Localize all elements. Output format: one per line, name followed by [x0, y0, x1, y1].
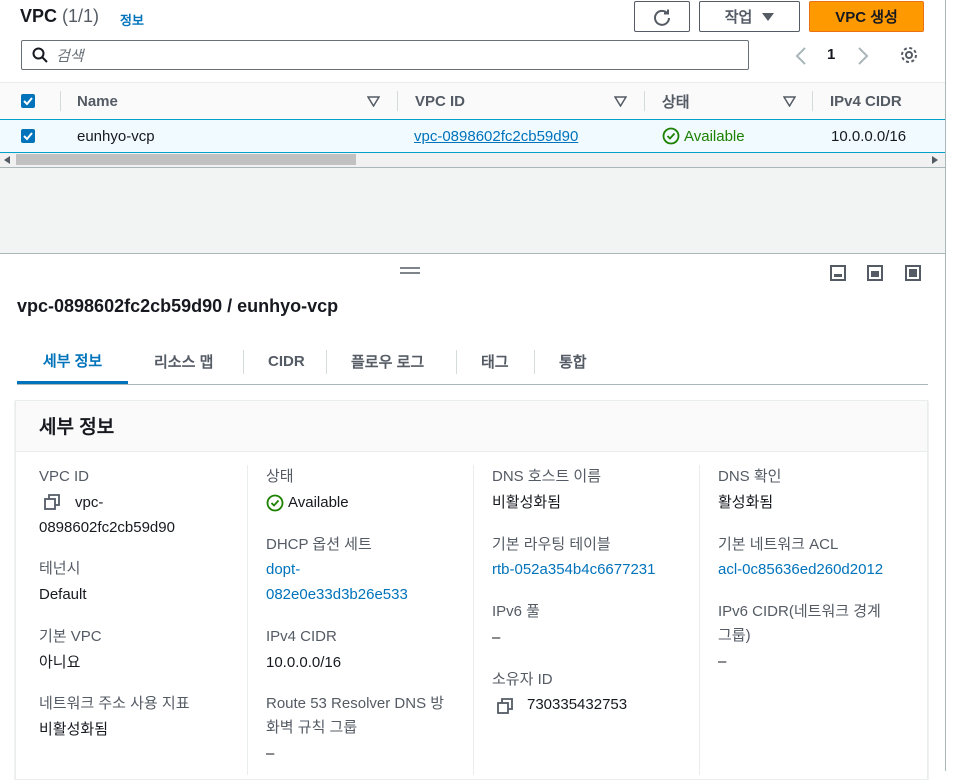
dhcp-options-label: DHCP 옵션 세트	[266, 536, 372, 553]
layout-bottom-icon[interactable]	[830, 265, 846, 281]
panel-title: 세부 정보	[39, 417, 115, 438]
search-icon	[32, 47, 48, 63]
dns-hostnames-value: 비활성화됨	[492, 494, 562, 511]
actions-button[interactable]: 작업	[699, 1, 800, 32]
dns-resolution-value: 활성화됨	[718, 494, 774, 511]
column-header-name[interactable]: Name	[77, 83, 118, 119]
page-border	[945, 0, 946, 771]
tab-resource-map[interactable]: 리소스 맵	[154, 340, 213, 382]
default-vpc-label: 기본 VPC	[39, 628, 102, 645]
main-network-acl-label: 기본 네트워크 ACL	[718, 536, 839, 553]
check-circle-icon	[266, 494, 284, 512]
sort-filter-icon[interactable]	[783, 96, 796, 107]
cell-name: eunhyo-vcp	[77, 127, 155, 145]
tab-bar: 세부 정보 리소스 맵 CIDR 플로우 로그 태그 통합	[17, 340, 928, 385]
detail-title: vpc-0898602fc2cb59d90 / eunhyo-vcp	[17, 296, 339, 316]
caret-down-icon	[762, 12, 775, 21]
item-count: (1/1)	[62, 6, 100, 26]
drag-handle-icon[interactable]	[400, 267, 420, 275]
layout-split-icon[interactable]	[867, 265, 883, 281]
row-checkbox[interactable]	[21, 120, 35, 152]
page-number[interactable]: 1	[827, 46, 835, 63]
table-header: Name VPC ID 상태 IPv4 CIDR	[0, 82, 946, 120]
tab-flow-logs[interactable]: 플로우 로그	[351, 340, 424, 382]
sort-filter-icon[interactable]	[614, 96, 627, 107]
details-panel: 세부 정보 VPC ID vpc- 0898602fc2cb59d90 테넌시 …	[15, 400, 928, 780]
ipv6-cidr-label-line2: 그룹)	[718, 627, 751, 644]
table-empty-area	[0, 168, 946, 254]
ipv4-cidr-value: 10.0.0.0/16	[266, 654, 342, 671]
main-network-acl-link[interactable]: acl-0c85636ed260d2012	[718, 557, 883, 582]
dhcp-options-link-line1[interactable]: dopt-	[266, 557, 300, 582]
gear-icon[interactable]	[899, 45, 919, 65]
tab-integrations[interactable]: 통합	[559, 340, 587, 382]
tenancy-label: 테넌시	[39, 560, 81, 577]
column-header-vpc-id[interactable]: VPC ID	[415, 83, 465, 119]
r53-firewall-label-line1: Route 53 Resolver DNS 방	[266, 695, 445, 712]
owner-id-label: 소유자 ID	[492, 671, 553, 688]
split-divider	[0, 253, 946, 254]
net-addr-usage-value: 비활성화됨	[39, 721, 109, 738]
panel-header: 세부 정보	[16, 401, 927, 452]
search-placeholder: 검색	[56, 47, 84, 65]
title-text: VPC	[20, 6, 58, 26]
tenancy-value: Default	[39, 586, 87, 603]
sort-filter-icon[interactable]	[367, 96, 380, 107]
info-link[interactable]: 정보	[120, 10, 144, 29]
copy-icon[interactable]	[44, 494, 60, 510]
horizontal-scrollbar[interactable]	[0, 153, 946, 168]
ipv6-pool-value: –	[492, 629, 501, 646]
ipv4-cidr-label: IPv4 CIDR	[266, 628, 337, 645]
search-input[interactable]: 검색	[21, 40, 749, 70]
chevron-left-icon[interactable]	[794, 46, 808, 66]
cell-ipv4-cidr: 10.0.0.0/16	[831, 127, 907, 145]
scroll-right-icon[interactable]	[932, 156, 938, 164]
main-route-table-link[interactable]: rtb-052a354b4c6677231	[492, 557, 655, 582]
ipv6-cidr-value: –	[718, 653, 727, 670]
tab-cidr[interactable]: CIDR	[268, 340, 305, 382]
main-route-table-label: 기본 라우팅 테이블	[492, 536, 611, 553]
scrollbar-thumb[interactable]	[16, 154, 356, 165]
column-header-ipv4-cidr[interactable]: IPv4 CIDR	[830, 83, 902, 119]
scroll-left-icon[interactable]	[4, 156, 10, 164]
ipv6-cidr-label-line1: IPv6 CIDR(네트워크 경계	[718, 603, 881, 620]
check-circle-icon	[662, 127, 680, 145]
owner-id-value: 730335432753	[527, 696, 628, 713]
checkbox-checked	[21, 94, 35, 108]
tab-tags[interactable]: 태그	[481, 340, 509, 382]
check-icon	[23, 97, 33, 106]
vpc-id-value-line1: vpc-	[75, 494, 104, 511]
page-title: VPC (1/1)	[20, 6, 99, 27]
r53-firewall-label-line2: 화벽 규칙 그룹	[266, 719, 358, 736]
vpc-id-label: VPC ID	[39, 468, 90, 485]
refresh-button[interactable]	[634, 1, 690, 32]
tab-details[interactable]: 세부 정보	[17, 340, 128, 384]
dns-resolution-label: DNS 확인	[718, 468, 782, 485]
default-vpc-value: 아니요	[39, 654, 81, 671]
check-icon	[23, 132, 33, 141]
refresh-icon	[654, 9, 670, 26]
chevron-right-icon[interactable]	[856, 46, 870, 66]
dns-hostnames-label: DNS 호스트 이름	[492, 468, 602, 485]
table-row[interactable]: eunhyo-vcp vpc-0898602fc2cb59d90 Availab…	[0, 119, 946, 153]
cell-state: Available	[662, 120, 745, 152]
dhcp-options-link-line2[interactable]: 082e0e33d3b26e533	[266, 582, 408, 607]
layout-full-icon[interactable]	[905, 265, 921, 281]
checkbox-checked	[21, 129, 35, 143]
vpc-id-value-line2: 0898602fc2cb59d90	[39, 519, 175, 536]
actions-label: 작업	[724, 9, 753, 26]
r53-firewall-value: –	[266, 745, 275, 762]
column-header-state[interactable]: 상태	[662, 83, 690, 119]
state-text: Available	[684, 127, 745, 145]
state-label: 상태	[266, 468, 294, 485]
copy-icon[interactable]	[497, 698, 513, 714]
select-all-checkbox[interactable]	[21, 83, 35, 119]
cell-vpc-id-link[interactable]: vpc-0898602fc2cb59d90	[414, 120, 578, 152]
state-value: Available	[288, 494, 349, 511]
ipv6-pool-label: IPv6 풀	[492, 603, 540, 620]
create-vpc-button[interactable]: VPC 생성	[809, 1, 924, 32]
net-addr-usage-label: 네트워크 주소 사용 지표	[39, 695, 190, 712]
